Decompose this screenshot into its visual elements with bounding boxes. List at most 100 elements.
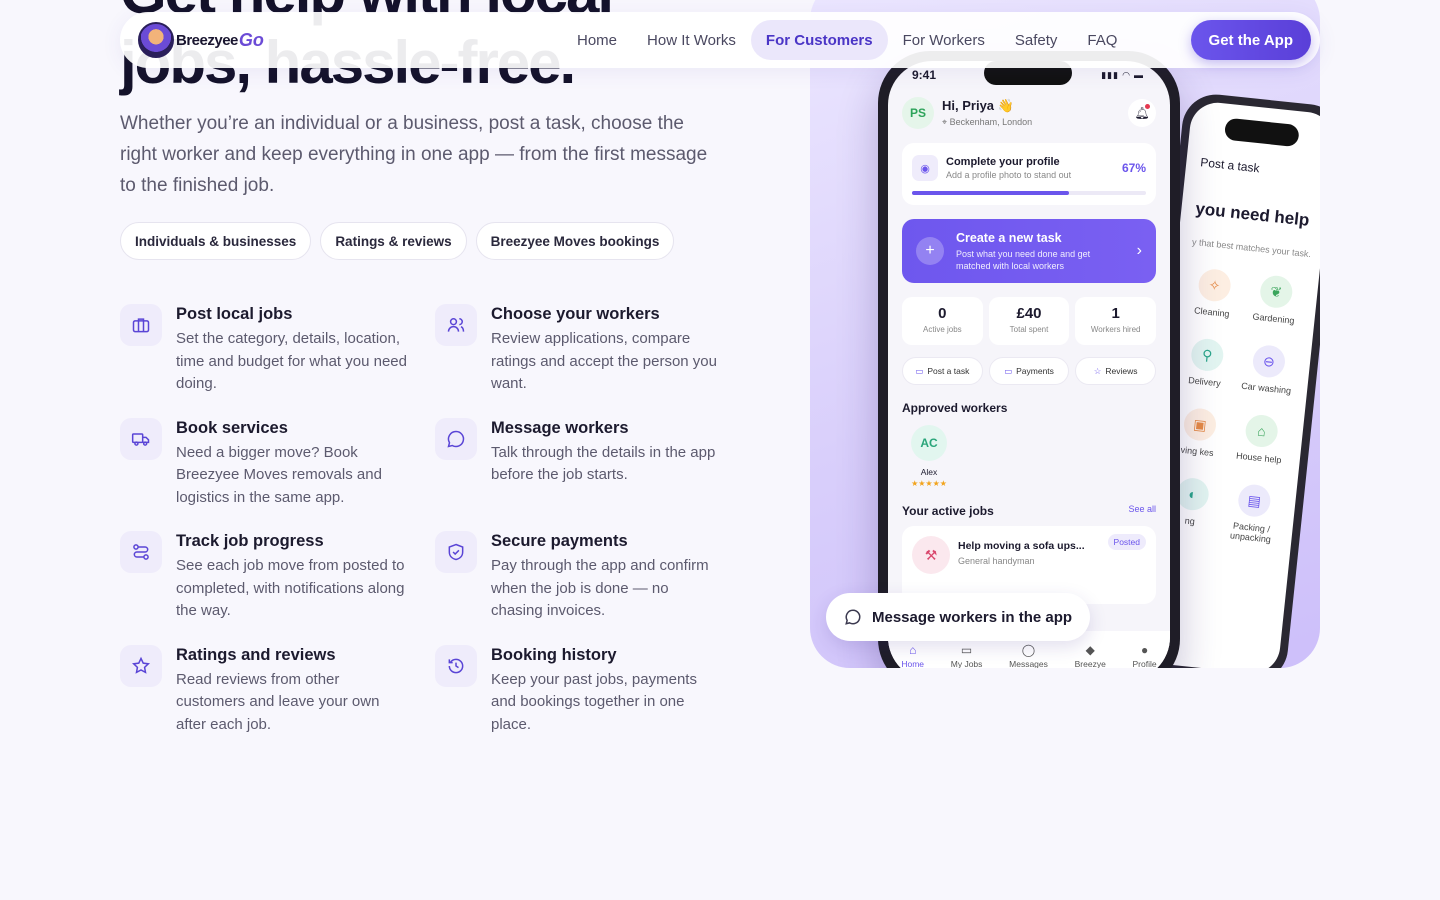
- stat-workers-hired: 1 Workers hired: [1075, 297, 1157, 345]
- nav-for-workers[interactable]: For Workers: [888, 20, 1000, 60]
- stat-active-jobs: 0 Active jobs: [902, 297, 983, 345]
- feature-title: Choose your workers: [491, 305, 660, 323]
- feature-book-services: Book services Need a bigger move? Book Br…: [120, 417, 435, 510]
- chip-moves-bookings: Breezyee Moves bookings: [475, 222, 675, 260]
- status-badge: Posted: [1107, 534, 1146, 550]
- profile-progress-bar: [912, 191, 1146, 195]
- feature-title: Book services: [176, 418, 288, 437]
- complete-profile-card[interactable]: ◉ Complete your profile Add a profile ph…: [902, 143, 1156, 205]
- brand-logo[interactable]: Breezyee Go: [138, 22, 264, 58]
- category-house-help[interactable]: ⌂ House help: [1231, 412, 1290, 465]
- star-icon: [120, 644, 162, 687]
- phone-notch: [1223, 117, 1300, 148]
- feature-title: Post local jobs: [176, 305, 293, 323]
- star-icon: ☆: [1093, 365, 1102, 376]
- worker-card[interactable]: AC Alex ★★★★★: [904, 425, 954, 488]
- approved-workers-heading: Approved workers: [902, 401, 1008, 415]
- post-task-pill[interactable]: ▭ Post a task: [902, 357, 983, 385]
- payments-pill[interactable]: ▭ Payments: [988, 357, 1070, 385]
- stat-total-spent: £40 Total spent: [988, 297, 1070, 345]
- location-label: ⌖ Beckenham, London: [942, 117, 1033, 127]
- audience-chips: Individuals & businesses Ratings & revie…: [120, 222, 675, 260]
- profile-card-subtitle: Add a profile photo to stand out: [946, 170, 1072, 180]
- profile-card-title: Complete your profile: [946, 156, 1060, 168]
- pin-icon: ⌖: [942, 117, 950, 127]
- feature-title: Message workers: [491, 418, 629, 437]
- history-icon: [435, 644, 477, 687]
- feature-title: Ratings and reviews: [176, 645, 336, 664]
- category-car-washing[interactable]: ⊖ Car washing: [1239, 343, 1298, 396]
- user-circle-icon: ◉: [912, 155, 938, 181]
- worker-name: Alex: [920, 467, 938, 477]
- feature-title: Booking history: [491, 645, 617, 664]
- reviews-pill[interactable]: ☆ Reviews: [1075, 357, 1157, 385]
- avatar[interactable]: PS: [902, 97, 934, 129]
- nav-home[interactable]: Home: [562, 20, 632, 60]
- signal-wifi-battery-icon: ▮▮▮ ◠ ▬: [1101, 69, 1144, 80]
- nav-for-customers[interactable]: For Customers: [750, 20, 888, 60]
- profile-progress-fill: [912, 191, 1069, 195]
- create-task-button[interactable]: + Create a new task Post what you need d…: [902, 219, 1156, 283]
- post-task-hint: y that best matches your task.: [1191, 236, 1312, 260]
- tab-home[interactable]: ⌂ Home: [901, 643, 924, 668]
- feature-choose-workers: Choose your workers Review applications, …: [435, 304, 735, 396]
- job-title: Help moving a sofa ups...: [958, 540, 1085, 552]
- card-icon: ▭: [1004, 365, 1013, 376]
- nav-links: Home How It Works For Customers For Work…: [562, 20, 1132, 60]
- app-preview-panel: Post a task you need help y that best ma…: [810, 0, 1320, 668]
- category-delivery[interactable]: ⚲ Delivery: [1177, 336, 1236, 389]
- stats-row: 0 Active jobs £40 Total spent 1 Workers hir…: [902, 297, 1157, 345]
- feature-secure-payments: Secure payments Pay through the app and c…: [435, 531, 735, 623]
- chip-ratings-reviews: Ratings & reviews: [320, 222, 467, 260]
- truck-icon: [120, 417, 162, 460]
- category-gardening[interactable]: ❦ Gardening: [1246, 273, 1305, 326]
- tab-messages[interactable]: ◯ Messages: [1009, 643, 1048, 668]
- briefcase-icon: ▭: [960, 643, 973, 657]
- feature-grid: Post local jobs Set the category, details…: [120, 304, 740, 736]
- feature-track-progress: Track job progress See each job move from…: [120, 531, 435, 623]
- tab-my-jobs[interactable]: ▭ My Jobs: [951, 643, 983, 668]
- message-icon: ◯: [1021, 643, 1036, 657]
- feature-text: Pay through the app and confirm when the…: [491, 557, 709, 619]
- briefcase-icon: [120, 304, 162, 346]
- message-workers-pill: Message workers in the app: [826, 593, 1091, 641]
- feature-text: Talk through the details in the app befo…: [491, 443, 716, 484]
- profile-percent: 67%: [1121, 161, 1146, 175]
- category-packing[interactable]: ▤ Packing / unpacking: [1223, 482, 1283, 545]
- car-icon: ⊖: [1251, 343, 1287, 379]
- tab-breezye[interactable]: ◆ Breezye: [1075, 643, 1106, 668]
- status-time: 9:41: [912, 68, 937, 82]
- house-icon: ⌂: [1244, 413, 1280, 449]
- chip-individuals-businesses: Individuals & businesses: [120, 222, 312, 260]
- message-icon: [845, 609, 861, 625]
- category-grid: ✧ Cleaning ❦ Gardening ⚲ Delivery ⊖ Car wash…: [1161, 267, 1304, 546]
- bike-icon: ⚲: [1189, 337, 1225, 373]
- home-icon: ⌂: [909, 643, 917, 657]
- leaf-icon: ❦: [1258, 274, 1294, 310]
- users-icon: [435, 304, 477, 346]
- tool-icon: ◐: [1175, 476, 1211, 512]
- feature-post-local-jobs: Post local jobs Set the category, details…: [120, 304, 435, 396]
- nav-how-it-works[interactable]: How It Works: [632, 20, 751, 60]
- shield-check-icon: [435, 531, 477, 573]
- nav-safety[interactable]: Safety: [1000, 20, 1073, 60]
- main-phone: 9:41 ▮▮▮ ◠ ▬ PS Hi, Priya 👋 ⌖ Beckenham,…: [878, 51, 1180, 668]
- feature-text: Read reviews from other customers and le…: [176, 670, 380, 733]
- feature-text: Review applications, compare ratings and…: [491, 330, 717, 392]
- job-category: General handyman: [958, 556, 1035, 566]
- main-phone-screen: 9:41 ▮▮▮ ◠ ▬ PS Hi, Priya 👋 ⌖ Beckenham,…: [888, 61, 1170, 668]
- category-cleaning[interactable]: ✧ Cleaning: [1184, 267, 1243, 320]
- post-task-title: Post a task: [1199, 155, 1261, 176]
- chevron-right-icon: ›: [1136, 242, 1142, 259]
- see-all-link[interactable]: See all: [1128, 504, 1156, 518]
- get-the-app-button[interactable]: Get the App: [1190, 20, 1311, 60]
- message-pill-label: Message workers in the app: [872, 608, 1073, 626]
- hero-subtitle: Whether you’re an individual or a busine…: [120, 113, 708, 196]
- active-jobs-heading: Your active jobs See all: [902, 504, 1156, 518]
- package-icon: ▤: [1236, 483, 1272, 519]
- feature-text: Need a bigger move? Book Breezyee Moves …: [176, 443, 382, 506]
- nav-faq[interactable]: FAQ: [1072, 20, 1132, 60]
- bell-icon[interactable]: 🔔︎: [1128, 99, 1156, 127]
- tab-profile[interactable]: ● Profile: [1133, 643, 1157, 668]
- briefcase-icon: ▭: [915, 365, 924, 376]
